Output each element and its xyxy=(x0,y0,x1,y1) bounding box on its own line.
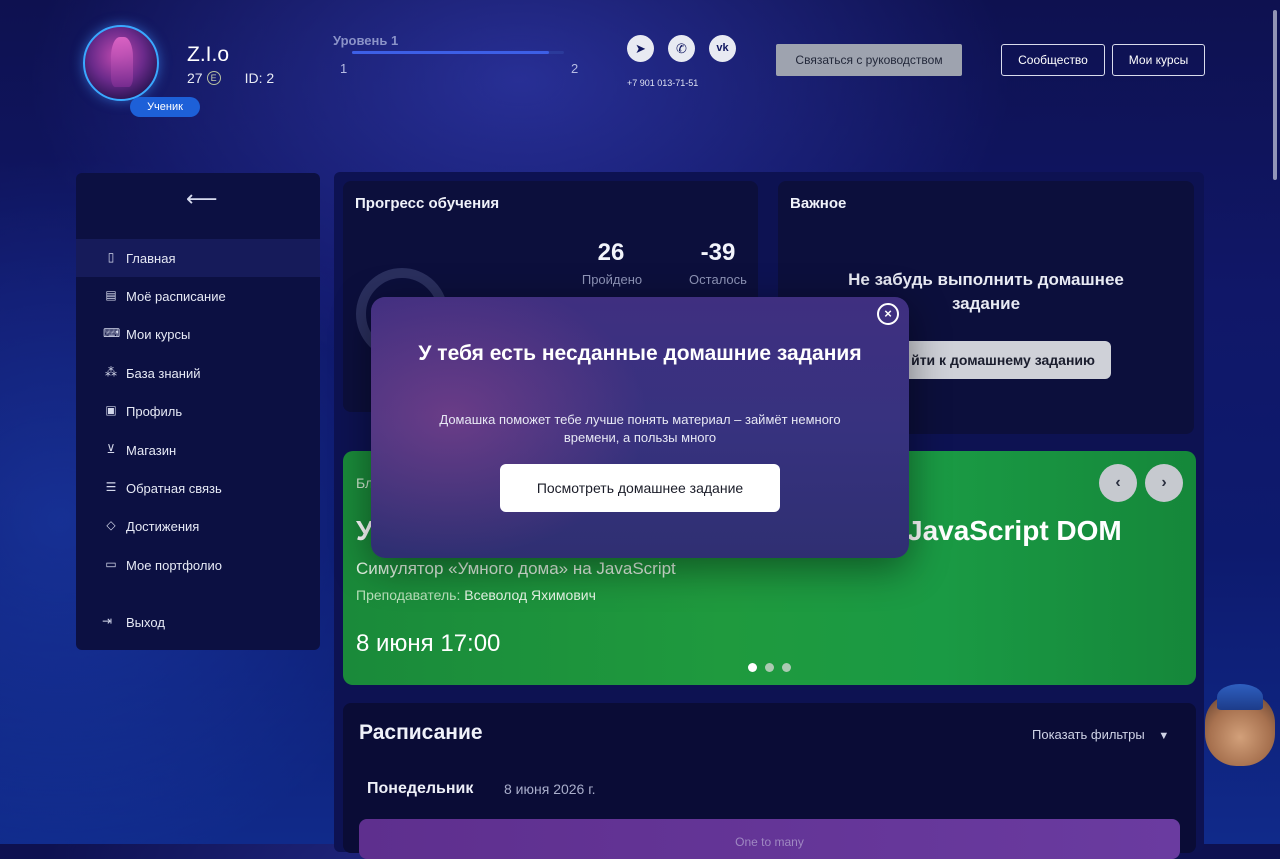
sidebar-item-label: Мои курсы xyxy=(126,326,191,342)
sidebar-item-portfolio[interactable]: ▭ Мое портфолио xyxy=(76,546,320,584)
mascot-cat-icon[interactable] xyxy=(1205,684,1275,766)
hierarchy-icon: ⁂ xyxy=(105,365,117,379)
sidebar-item-label: Профиль xyxy=(126,403,183,419)
chevron-down-icon: ▼ xyxy=(1158,730,1170,742)
phone-number[interactable]: +7 901 013-71-51 xyxy=(627,78,698,88)
sidebar-item-feedback[interactable]: ☰ Обратная связь xyxy=(76,469,320,507)
sidebar-item-label: База знаний xyxy=(126,365,201,381)
code-icon: ⌨ xyxy=(103,326,121,340)
profile-icon: ▣ xyxy=(105,403,117,417)
schedule-date: 8 июня 2026 г. xyxy=(504,781,596,797)
schedule-day: Понедельник xyxy=(367,780,474,797)
level-current: 1 xyxy=(340,61,348,76)
modal-title: У тебя есть несданные домашние задания xyxy=(418,342,862,365)
username: Z.I.o xyxy=(187,43,230,66)
banner-teacher: Преподаватель: Всеволод Яхимович xyxy=(356,587,596,603)
sidebar-item-label: Обратная связь xyxy=(126,480,222,496)
progress-title: Прогресс обучения xyxy=(355,195,500,212)
sidebar-item-label: Главная xyxy=(126,250,176,266)
cart-icon: ⊻ xyxy=(106,442,116,456)
banner-subtitle: Симулятор «Умного дома» на JavaScript xyxy=(356,559,676,578)
sidebar-item-shop[interactable]: ⊻ Магазин xyxy=(76,431,320,469)
carousel-dot[interactable] xyxy=(782,663,791,672)
community-button[interactable]: Сообщество xyxy=(1001,44,1105,76)
view-homework-button[interactable]: Посмотреть домашнее задание xyxy=(500,464,780,512)
modal-text: Домашка поможет тебе лучше понять матери… xyxy=(439,412,841,445)
banner-date: 8 июня 17:00 xyxy=(356,630,501,657)
my-courses-button[interactable]: Мои курсы xyxy=(1112,44,1205,76)
sidebar-item-home[interactable]: ▯ Главная xyxy=(76,239,320,277)
carousel-prev-button[interactable]: ‹ xyxy=(1099,464,1137,502)
completed-label: Пройдено xyxy=(581,272,643,287)
logout-label: Выход xyxy=(126,614,165,630)
sidebar-item-courses[interactable]: ⌨ Мои курсы xyxy=(76,315,320,353)
user-id: ID: 2 xyxy=(244,70,275,86)
sidebar-item-label: Моё расписание xyxy=(126,288,226,304)
bookmark-icon: ▯ xyxy=(107,250,115,264)
calendar-icon: ▤ xyxy=(105,288,117,302)
feedback-icon: ☰ xyxy=(105,480,117,494)
lesson-item[interactable]: One to many xyxy=(359,819,1180,859)
sidebar-item-knowledge-base[interactable]: ⁂ База знаний xyxy=(76,354,320,392)
telegram-icon[interactable]: ➤ xyxy=(627,35,654,62)
carousel-dot[interactable] xyxy=(765,663,774,672)
vk-icon[interactable]: vk xyxy=(709,35,736,62)
teacher-label: Преподаватель: xyxy=(356,587,461,603)
level-next: 2 xyxy=(571,61,579,76)
coin-balance: 27 E ID: 2 xyxy=(187,70,274,86)
teacher-name: Всеволод Яхимович xyxy=(464,587,596,603)
carousel-dot[interactable] xyxy=(748,663,757,672)
completed-count: 26 xyxy=(597,239,625,266)
filters-label: Показать фильтры xyxy=(1032,727,1145,742)
briefcase-icon: ▭ xyxy=(105,557,117,571)
diamond-icon: ◇ xyxy=(106,518,116,532)
coin-icon: E xyxy=(206,71,221,85)
banner-title-end: JavaScript DOM xyxy=(907,515,1122,546)
collapse-arrow-icon[interactable]: ⟵ xyxy=(186,186,218,212)
remaining-label: Осталось xyxy=(689,272,747,287)
level-progress-fill xyxy=(352,51,549,54)
level-label: Уровень 1 xyxy=(333,33,399,48)
important-title: Важное xyxy=(790,195,847,212)
schedule-title: Расписание xyxy=(359,721,483,744)
sidebar-item-schedule[interactable]: ▤ Моё расписание xyxy=(76,277,320,315)
logout-button[interactable]: ⇥ Выход xyxy=(99,614,165,630)
logout-icon: ⇥ xyxy=(101,614,113,628)
sidebar-item-profile[interactable]: ▣ Профиль xyxy=(76,392,320,430)
carousel-next-button[interactable]: › xyxy=(1145,464,1183,502)
role-badge: Ученик xyxy=(130,97,200,117)
contact-manager-button[interactable]: Связаться с руководством xyxy=(776,44,962,76)
coin-count: 27 xyxy=(187,70,203,86)
close-icon[interactable]: × xyxy=(877,303,899,325)
remaining-count: -39 xyxy=(700,239,736,266)
sidebar-item-achievements[interactable]: ◇ Достижения xyxy=(76,507,320,545)
sidebar-item-label: Магазин xyxy=(126,442,177,458)
sidebar-item-label: Достижения xyxy=(126,518,200,534)
sidebar-item-label: Мое портфолио xyxy=(126,557,222,573)
avatar[interactable] xyxy=(83,25,159,101)
show-filters-button[interactable]: Показать фильтры ▼ xyxy=(1032,727,1169,742)
whatsapp-icon[interactable]: ✆ xyxy=(668,35,695,62)
page-scrollbar[interactable] xyxy=(1273,10,1277,180)
